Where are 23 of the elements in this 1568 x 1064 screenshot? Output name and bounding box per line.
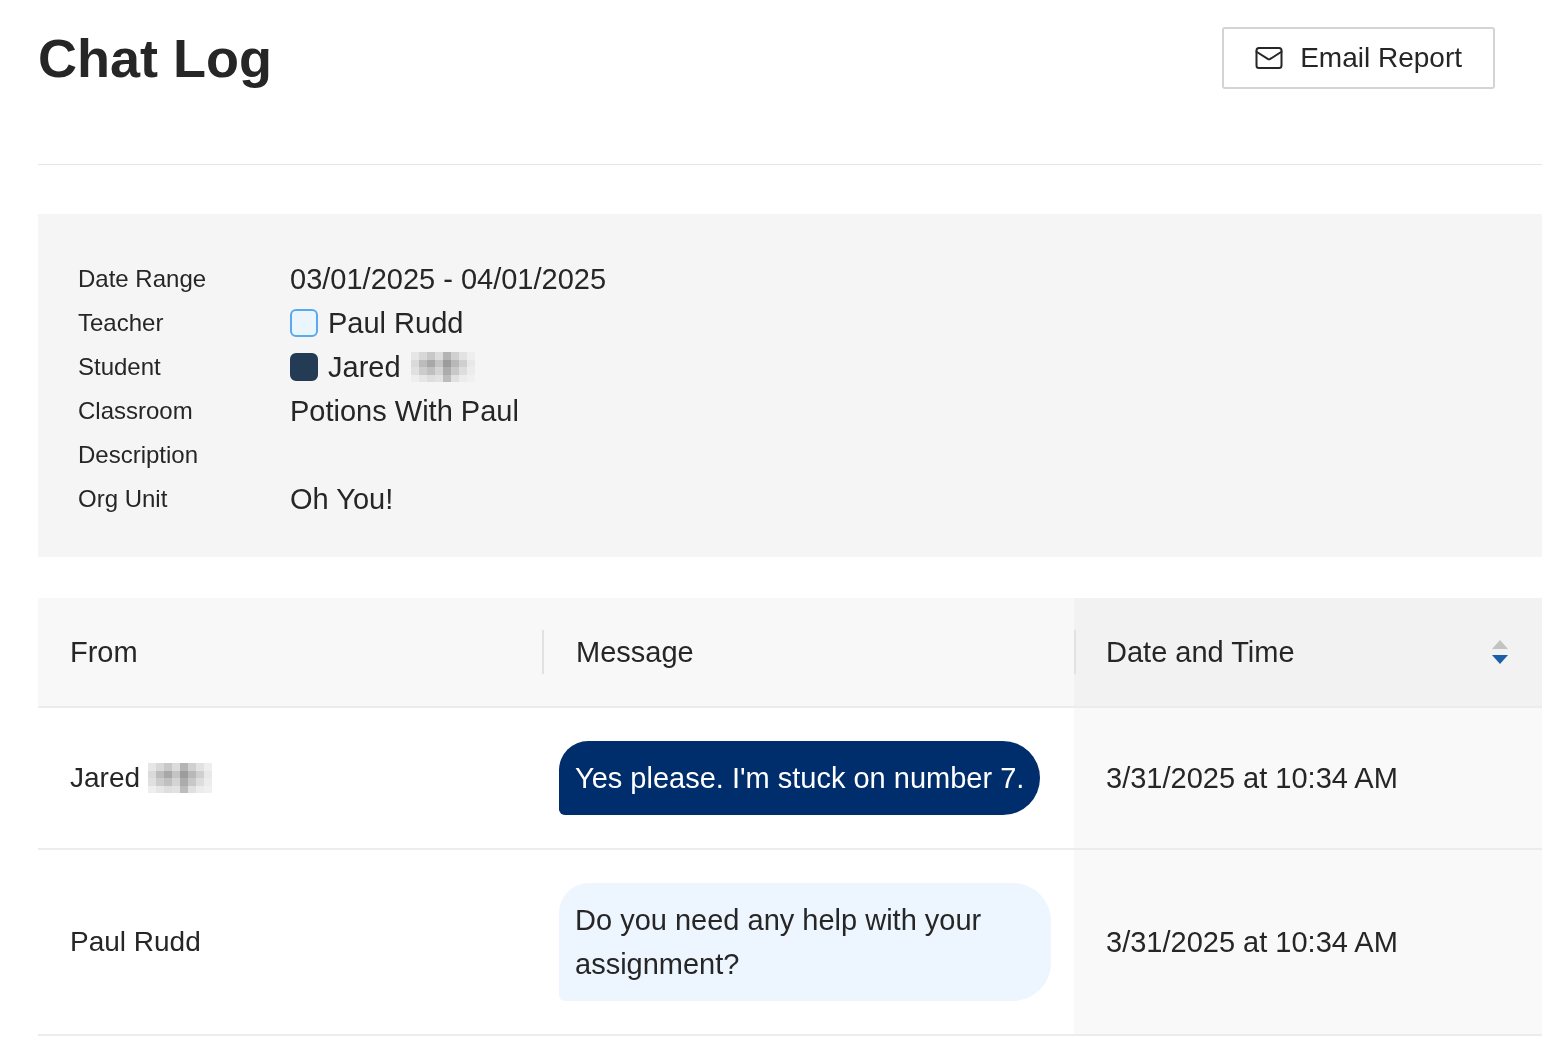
field-value: Potions With Paul: [290, 394, 519, 428]
column-header[interactable]: Date and Time: [1074, 598, 1542, 706]
sort-icon[interactable]: [1492, 639, 1508, 665]
sender-name: Paul Rudd: [70, 926, 201, 958]
timestamp: 3/31/2025 at 10:34 AM: [1106, 925, 1398, 959]
message-bubble: Yes please. I'm stuck on number 7.: [559, 741, 1041, 815]
page-title: Chat Log: [38, 27, 272, 89]
column-header: Message: [542, 598, 1074, 706]
field-value: Jared: [328, 350, 401, 384]
field-label: Teacher: [78, 309, 165, 337]
email-report-button[interactable]: Email Report: [1222, 27, 1495, 89]
timestamp: 3/31/2025 at 10:34 AM: [1106, 761, 1398, 795]
column-header: From: [38, 598, 542, 706]
field-label: Student: [78, 353, 162, 381]
message-bubble: Do you need any help with your assignment?: [559, 883, 1051, 1001]
sender-name: Jared: [70, 762, 141, 794]
field-label: Date Range: [78, 265, 208, 293]
field-value: Paul Rudd: [328, 306, 464, 340]
field-value: Oh You!: [290, 482, 394, 516]
field-label: Classroom: [78, 397, 194, 425]
field-value: 03/01/2025 - 04/01/2025: [290, 262, 607, 296]
field-label: Org Unit: [78, 485, 169, 513]
field-label: Description: [78, 441, 200, 469]
